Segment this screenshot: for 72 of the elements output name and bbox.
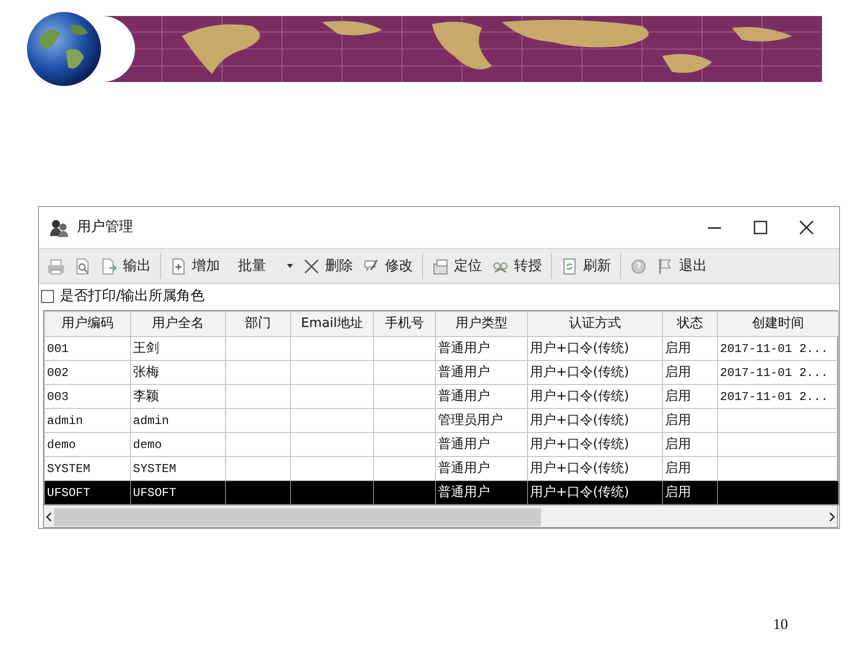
page-number: 10 (773, 616, 788, 635)
column-header[interactable]: 用户全名 (130, 312, 226, 336)
table-cell: 用户+口令(传统) (528, 384, 662, 408)
toolbar-button[interactable]: 增加 (166, 254, 224, 278)
table-row[interactable]: UFSOFT UFSOFT 普通用户 用户+口令(传统) 启用 (44, 480, 838, 504)
edit-icon (363, 258, 380, 274)
users-icon (49, 218, 69, 238)
table-cell: admin (130, 408, 226, 432)
table-cell: 张梅 (130, 360, 226, 384)
column-header[interactable]: 状态 (662, 312, 718, 336)
toolbar-button[interactable]: 转授 (488, 254, 546, 278)
toolbar-button[interactable]: 修改 (359, 254, 417, 278)
export-icon (101, 258, 118, 274)
column-header[interactable]: 认证方式 (528, 312, 662, 336)
delete-icon (303, 258, 320, 274)
table-cell: demo (130, 432, 226, 456)
table-cell: 2017-11-01 2... (718, 336, 838, 360)
toolbar-button[interactable]: 刷新 (557, 254, 615, 278)
batch-dropdown[interactable]: 批量 (234, 254, 297, 278)
table-cell: admin (44, 408, 130, 432)
column-header[interactable]: Email地址 (290, 312, 374, 336)
table-cell: 王剑 (130, 336, 226, 360)
toolbar-button[interactable]: 删除 (299, 254, 357, 278)
printer-icon (47, 258, 64, 274)
table-cell: 普通用户 (436, 360, 528, 384)
column-header[interactable]: 创建时间 (718, 312, 838, 336)
table-cell: 2017-11-01 2... (718, 384, 838, 408)
scrollbar-thumb[interactable] (54, 508, 541, 526)
scroll-left-icon[interactable] (44, 512, 54, 522)
toolbar-button[interactable]: 退出 (653, 254, 711, 278)
close-icon (796, 218, 816, 237)
table-row[interactable]: 001 王剑 普通用户 用户+口令(传统) 启用 2017-11-01 2... (44, 336, 838, 360)
table-row[interactable]: 002 张梅 普通用户 用户+口令(传统) 启用 2017-11-01 2... (44, 360, 838, 384)
table-cell: 启用 (662, 432, 718, 456)
table-cell: 普通用户 (436, 336, 528, 360)
table-cell: 002 (44, 360, 130, 384)
table-cell: 用户+口令(传统) (528, 408, 662, 432)
column-header[interactable]: 用户类型 (436, 312, 528, 336)
table-row[interactable]: admin admin 管理员用户 用户+口令(传统) 启用 (44, 408, 838, 432)
table-cell: 李颖 (130, 384, 226, 408)
table-cell: 启用 (662, 360, 718, 384)
refresh-icon (561, 258, 578, 274)
help-icon (630, 258, 647, 274)
table-cell: 003 (44, 384, 130, 408)
table-cell: 普通用户 (436, 432, 528, 456)
add-icon (170, 258, 187, 274)
table-cell: 用户+口令(传统) (528, 336, 662, 360)
table-cell: 用户+口令(传统) (528, 360, 662, 384)
table-cell: 用户+口令(传统) (528, 432, 662, 456)
scroll-right-icon[interactable] (827, 512, 837, 522)
column-header[interactable]: 手机号 (374, 312, 436, 336)
table-cell: 管理员用户 (436, 408, 528, 432)
toolbar-button[interactable]: 输出 (97, 254, 155, 278)
table-cell: 2017-11-01 2... (718, 360, 838, 384)
checkbox[interactable] (41, 290, 54, 302)
table-row[interactable]: 003 李颖 普通用户 用户+口令(传统) 启用 2017-11-01 2... (44, 384, 838, 408)
caret-icon (287, 264, 293, 268)
table-cell: 启用 (662, 336, 718, 360)
column-header[interactable]: 部门 (226, 312, 290, 336)
horizontal-scrollbar[interactable] (44, 505, 837, 527)
table-cell: 001 (44, 336, 130, 360)
column-header[interactable]: 用户编码 (44, 312, 130, 336)
preview-icon (74, 258, 91, 274)
table-cell: 启用 (662, 384, 718, 408)
checkbox-label: 是否打印/输出所属角色 (60, 286, 205, 306)
toolbar-button[interactable]: 定位 (428, 254, 486, 278)
table-cell: 启用 (662, 408, 718, 432)
table-cell: 普通用户 (436, 384, 528, 408)
table-cell: demo (44, 432, 130, 456)
minimize-icon (708, 226, 720, 228)
window-title: 用户管理 (77, 218, 133, 237)
table-row[interactable]: demo demo 普通用户 用户+口令(传统) 启用 (44, 432, 838, 456)
